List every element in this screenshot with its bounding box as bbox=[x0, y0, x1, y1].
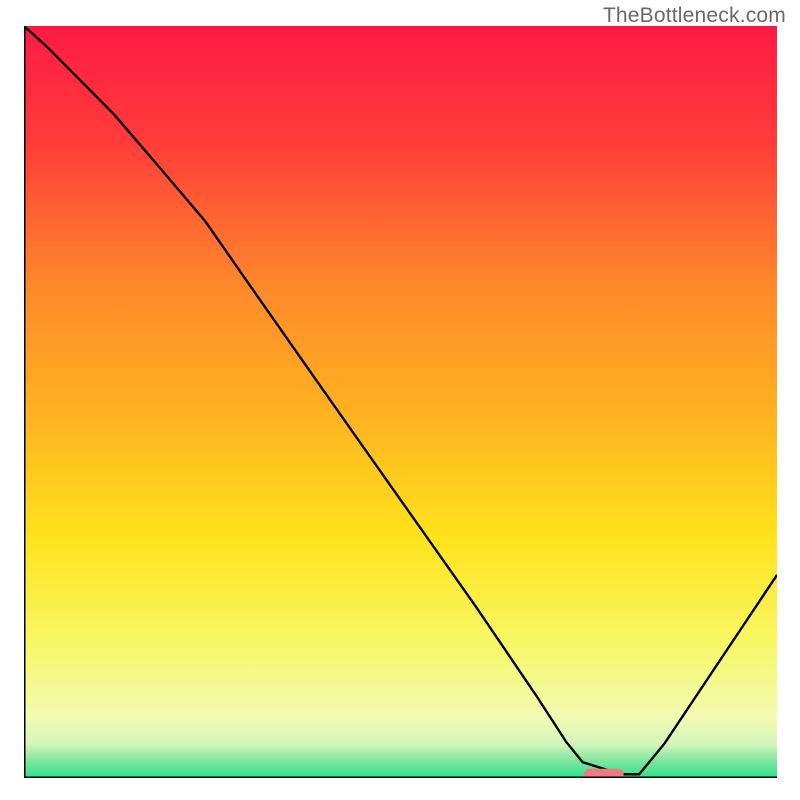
chart-plot-area bbox=[24, 26, 777, 778]
watermark-text: TheBottleneck.com bbox=[603, 4, 786, 28]
gradient-background bbox=[24, 26, 777, 778]
bottleneck-chart-svg bbox=[24, 26, 777, 778]
